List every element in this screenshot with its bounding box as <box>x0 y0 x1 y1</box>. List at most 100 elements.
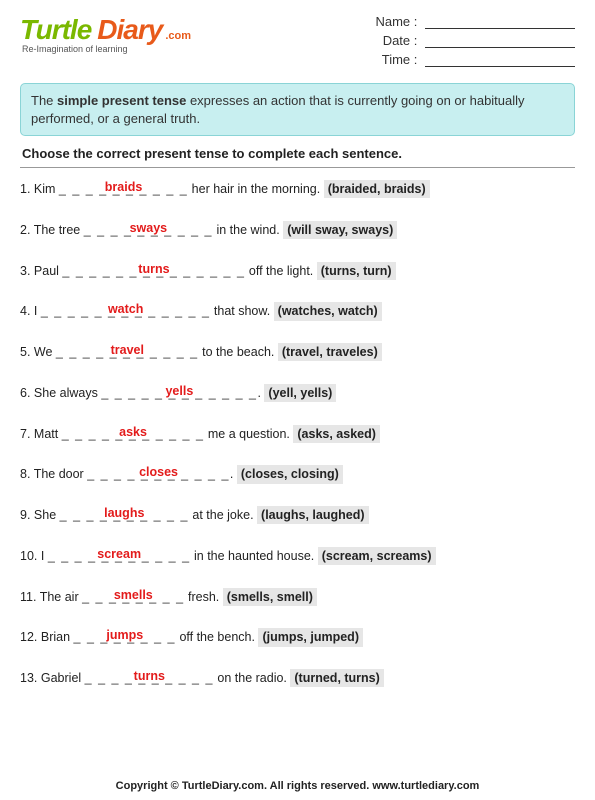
question-post: . <box>257 386 264 400</box>
question-pre: She always <box>34 386 101 400</box>
question-pre: We <box>34 345 56 359</box>
instruction: Choose the correct present tense to comp… <box>20 146 575 161</box>
answer-blank: _ _ _ _ _ _ _ _ _ _ _travel <box>56 344 199 360</box>
question-pre: The door <box>34 467 88 481</box>
options-text: (braided, braids) <box>324 180 430 198</box>
question-row: 9. She _ _ _ _ _ _ _ _ _ _laughs at the … <box>20 506 575 524</box>
meta-name-label: Name : <box>375 14 417 29</box>
answer-text: watch <box>41 301 211 317</box>
answer-text: turns <box>62 261 245 277</box>
question-pre: I <box>41 549 48 563</box>
question-row: 2. The tree _ _ _ _ _ _ _ _ _ _sways in … <box>20 221 575 239</box>
question-pre: Brian <box>41 630 74 644</box>
options-text: (closes, closing) <box>237 465 343 483</box>
question-post: her hair in the morning. <box>188 182 324 196</box>
question-row: 10. I _ _ _ _ _ _ _ _ _ _ _scream in the… <box>20 547 575 565</box>
question-post: in the haunted house. <box>191 549 318 563</box>
question-post: off the light. <box>245 264 316 278</box>
meta-time-label: Time : <box>382 52 418 67</box>
meta-block: Name : Date : Time : <box>375 14 575 71</box>
question-row: 11. The air _ _ _ _ _ _ _ _smells fresh.… <box>20 588 575 606</box>
question-post: at the joke. <box>189 508 257 522</box>
question-post: that show. <box>210 304 273 318</box>
question-row: 1. Kim _ _ _ _ _ _ _ _ _ _braids her hai… <box>20 180 575 198</box>
answer-blank: _ _ _ _ _ _ _ _ _ _ _ _ _ _turns <box>62 263 245 279</box>
question-pre: Paul <box>34 264 63 278</box>
meta-date-label: Date : <box>383 33 418 48</box>
separator <box>20 167 575 168</box>
logo-main: Turtle Diary .com <box>20 14 191 46</box>
answer-text: asks <box>62 424 205 440</box>
question-number: 11. <box>20 590 36 604</box>
question-number: 5. <box>20 345 30 359</box>
answer-blank: _ _ _ _ _ _ _ _ _ _laughs <box>60 507 189 523</box>
question-number: 4. <box>20 304 30 318</box>
header-row: Turtle Diary .com Re-Imagination of lear… <box>20 14 575 71</box>
question-number: 2. <box>20 223 30 237</box>
question-pre: The air <box>40 590 82 604</box>
answer-text: smells <box>82 587 184 603</box>
question-row: 13. Gabriel _ _ _ _ _ _ _ _ _ _turns on … <box>20 669 575 687</box>
answer-text: laughs <box>60 505 189 521</box>
question-number: 7. <box>20 427 30 441</box>
answer-blank: _ _ _ _ _ _ _ _ _ _ _ _ _watch <box>41 303 211 319</box>
answer-blank: _ _ _ _ _ _ _ _jumps <box>74 629 176 645</box>
options-text: (laughs, laughed) <box>257 506 368 524</box>
meta-time-line <box>425 53 575 67</box>
answer-text: sways <box>84 220 213 236</box>
answer-blank: _ _ _ _ _ _ _ _ _ _ _ _yells <box>101 385 257 401</box>
question-pre: Gabriel <box>41 671 85 685</box>
question-number: 10. <box>20 549 37 563</box>
logo-turtle: Turtle <box>20 14 91 46</box>
question-post: off the bench. <box>176 630 258 644</box>
meta-name-row: Name : <box>375 14 575 29</box>
question-pre: Kim <box>34 182 59 196</box>
question-row: 6. She always _ _ _ _ _ _ _ _ _ _ _ _yel… <box>20 384 575 402</box>
question-pre: Matt <box>34 427 62 441</box>
options-text: (turns, turn) <box>317 262 396 280</box>
options-text: (jumps, jumped) <box>258 628 363 646</box>
info-prefix: The <box>31 93 57 108</box>
meta-name-line <box>425 15 575 29</box>
options-text: (turned, turns) <box>290 669 383 687</box>
info-box: The simple present tense expresses an ac… <box>20 83 575 136</box>
options-text: (asks, asked) <box>293 425 380 443</box>
question-post: fresh. <box>185 590 223 604</box>
answer-text: yells <box>101 383 257 399</box>
question-number: 3. <box>20 264 30 278</box>
logo-tagline: Re-Imagination of learning <box>22 44 191 54</box>
question-pre: She <box>34 508 60 522</box>
answer-blank: _ _ _ _ _ _ _ _ _ _sways <box>84 222 213 238</box>
question-row: 7. Matt _ _ _ _ _ _ _ _ _ _ _asks me a q… <box>20 425 575 443</box>
meta-date-row: Date : <box>375 33 575 48</box>
meta-date-line <box>425 34 575 48</box>
options-text: (will sway, sways) <box>283 221 397 239</box>
question-number: 12. <box>20 630 37 644</box>
question-pre: I <box>34 304 41 318</box>
question-row: 3. Paul _ _ _ _ _ _ _ _ _ _ _ _ _ _turns… <box>20 262 575 280</box>
question-number: 9. <box>20 508 30 522</box>
answer-blank: _ _ _ _ _ _ _ _ _ _braids <box>59 181 188 197</box>
question-post: me a question. <box>204 427 293 441</box>
answer-blank: _ _ _ _ _ _ _ _ _ _ _scream <box>48 548 191 564</box>
answer-text: travel <box>56 342 199 358</box>
answer-text: braids <box>59 179 188 195</box>
info-bold: simple present tense <box>57 93 186 108</box>
question-number: 13. <box>20 671 37 685</box>
question-list: 1. Kim _ _ _ _ _ _ _ _ _ _braids her hai… <box>20 180 575 687</box>
footer: Copyright © TurtleDiary.com. All rights … <box>0 780 595 792</box>
question-row: 5. We _ _ _ _ _ _ _ _ _ _ _travel to the… <box>20 343 575 361</box>
question-post: to the beach. <box>199 345 278 359</box>
answer-blank: _ _ _ _ _ _ _ _ _ _turns <box>85 670 214 686</box>
options-text: (travel, traveles) <box>278 343 382 361</box>
question-number: 8. <box>20 467 30 481</box>
question-number: 1. <box>20 182 30 196</box>
logo: Turtle Diary .com Re-Imagination of lear… <box>20 14 191 54</box>
answer-blank: _ _ _ _ _ _ _ _smells <box>82 589 184 605</box>
answer-text: turns <box>85 668 214 684</box>
answer-text: closes <box>87 464 230 480</box>
answer-text: jumps <box>74 627 176 643</box>
options-text: (scream, screams) <box>318 547 436 565</box>
logo-diary: Diary <box>97 14 162 46</box>
question-row: 12. Brian _ _ _ _ _ _ _ _jumps off the b… <box>20 628 575 646</box>
